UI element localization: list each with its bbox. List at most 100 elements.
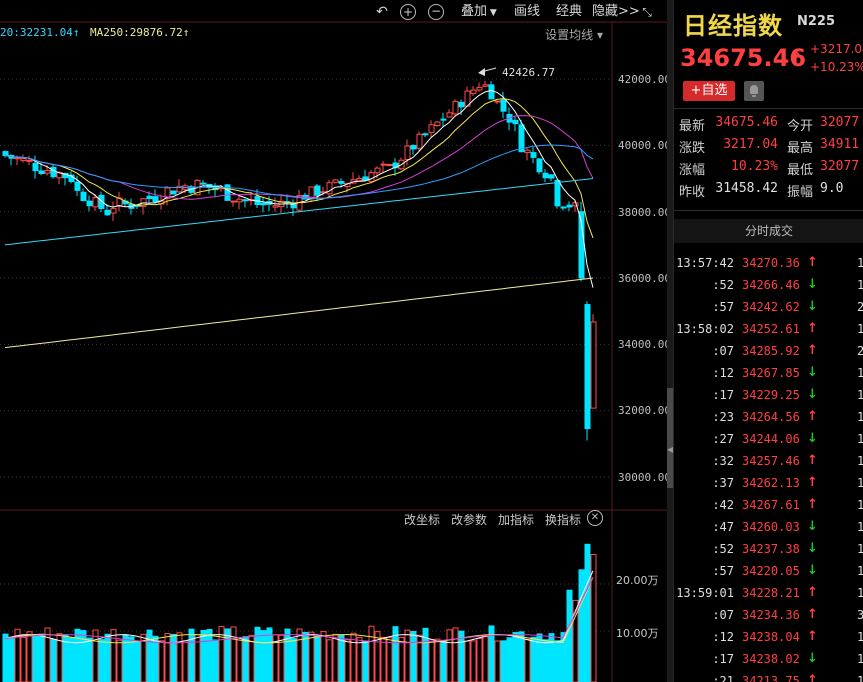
volume-bar [284,628,291,682]
volume-bar [386,637,393,682]
volume-axis-label: 10.00万 [616,627,659,640]
tick-price: 34262.13 [742,476,800,490]
volume-bar [464,640,471,682]
tick-price: 34267.61 [742,498,800,512]
tick-volume: 1 [857,454,863,468]
tick-price: 34270.36 [742,256,800,270]
tick-volume: 2 [857,344,863,358]
divider [674,108,863,109]
tick-time: :17 [712,652,734,666]
tick-price: 34229.25 [742,388,800,402]
arrow-down-icon: ↓ [807,299,818,314]
volume-bar [446,629,453,682]
volume-bar [92,629,99,682]
volume-plot [2,543,597,682]
volume-bar [170,633,177,682]
volume-bar [434,638,441,682]
volume-bar [260,630,267,682]
index-code: N225 [797,14,836,29]
volume-bar [206,628,213,682]
tick-time: :27 [712,432,734,446]
volume-bar [344,639,351,682]
arrow-up-icon: ↑ [807,255,818,270]
tick-volume: 1 [857,652,863,666]
volume-bar [50,639,57,682]
stat-label: 昨收 [679,185,706,200]
arrow-down-icon: ↓ [807,651,818,666]
arrow-up-icon: ↑ [807,321,818,336]
tick-volume: 1 [857,322,863,336]
tick-row: :57 34220.05 ↓ 1 [674,561,863,583]
arrow-up-icon: ↑ [807,607,818,622]
volume-bar [566,589,573,682]
volume-bar [164,633,171,682]
tick-time: :21 [712,674,734,682]
volume-bar [506,637,513,682]
volume-bar [554,640,561,682]
arrow-down-icon: ↓ [807,541,818,556]
stat-value: 31458.42 [715,181,778,196]
tick-row: :17 34229.25 ↓ 1 [674,385,863,407]
arrow-up-icon: ↑ [807,497,818,512]
tick-volume: 1 [857,520,863,534]
add-favorite-button[interactable]: +自选 [683,81,735,101]
arrow-up-icon: ↑ [807,453,818,468]
tick-price: 34238.02 [742,652,800,666]
volume-bar [8,636,15,682]
tick-row: 13:57:42 34270.36 ↑ 1 [674,253,863,275]
stat-label: 涨跌 [679,141,706,156]
volume-bar [290,638,297,682]
volume-bar [500,640,507,682]
tick-time: :23 [712,410,734,424]
volume-bar [86,637,93,682]
tick-volume: 1 [857,542,863,556]
tick-row: :47 34260.03 ↓ 1 [674,517,863,539]
volume-bar [236,637,243,682]
tick-row: :12 34267.85 ↓ 1 [674,363,863,385]
tick-price: 34237.38 [742,542,800,556]
tick-price: 34267.85 [742,366,800,380]
volume-bar [116,639,123,682]
tick-volume: 1 [857,432,863,446]
tick-price: 34260.03 [742,520,800,534]
volume-bar [356,637,363,682]
stat-value: 9.0 [820,181,844,196]
tick-row: 13:59:01 34228.21 ↑ 1 [674,583,863,605]
bell-icon[interactable] [744,81,764,101]
volume-bar [308,631,315,682]
stat-label: 最高 [787,141,814,156]
volume-bar [524,638,531,682]
tick-time: :12 [712,366,734,380]
kline-chart-area[interactable]: ↶ + − 叠加 ▼ 画线 经典 隐藏>> ⤡ 20:32231.04↑ MA2… [0,0,667,682]
stat-label: 振幅 [787,185,814,200]
volume-bar [518,631,525,682]
tick-time: :57 [712,300,734,314]
tick-time: :57 [712,564,734,578]
volume-bar [224,628,231,682]
change-absolute: +3217.04 [810,42,863,56]
arrow-up-icon: ↑ [807,585,818,600]
volume-bar [398,637,405,682]
volume-bar [230,626,237,682]
tick-volume: 1 [857,256,863,270]
tick-price: 34285.92 [742,344,800,358]
volume-bar [242,636,249,682]
tick-volume: 1 [857,498,863,512]
tick-time: :07 [712,608,734,622]
time-sales-header[interactable]: 分时成交 [674,219,863,243]
tick-volume: 1 [857,674,863,682]
tick-volume: 1 [857,278,863,292]
volume-bar [176,632,183,682]
tick-row: :52 34237.38 ↓ 1 [674,539,863,561]
tick-price: 34238.04 [742,630,800,644]
tick-price: 34242.62 [742,300,800,314]
tick-price: 34266.46 [742,278,800,292]
volume-bar [182,640,189,682]
tick-volume: 1 [857,586,863,600]
volume-bar [578,569,585,682]
volume-bar [530,636,537,682]
tick-price: 34257.46 [742,454,800,468]
quote-panel: 日经指数 N225 34675.46 ↑ +3217.04 +10.23% +自… [673,0,863,682]
volume-bar [380,636,387,682]
tick-row: :32 34257.46 ↑ 1 [674,451,863,473]
